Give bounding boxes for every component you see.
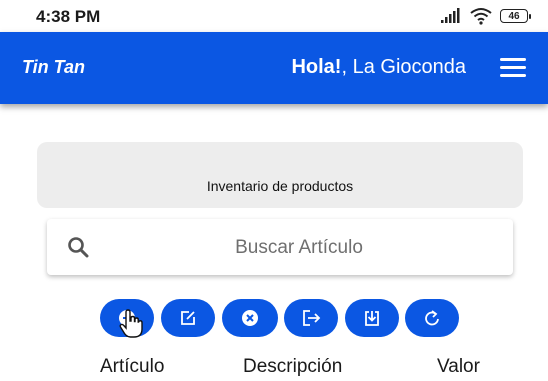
menu-button[interactable] <box>498 56 528 80</box>
greeting-hola: Hola! <box>291 56 342 78</box>
inventory-title: Inventario de productos <box>206 178 354 194</box>
greeting: Hola!, La Gioconda <box>291 56 466 79</box>
signal-icon <box>441 8 460 23</box>
greeting-user-name: , La Gioconda <box>341 56 466 78</box>
edit-button[interactable] <box>161 299 215 337</box>
label-valor: Valor <box>437 356 480 377</box>
edit-icon <box>181 311 195 325</box>
logout-icon <box>303 310 321 326</box>
download-icon <box>365 311 379 326</box>
app-bar: Tin Tan Hola!, La Gioconda <box>0 32 548 104</box>
refresh-button[interactable] <box>405 299 459 337</box>
hamburger-line <box>500 74 526 77</box>
hamburger-line <box>500 58 526 61</box>
search-box[interactable] <box>47 219 513 277</box>
download-button[interactable] <box>345 299 399 337</box>
label-descripcion: Descripción <box>243 356 343 377</box>
search-input[interactable] <box>107 219 491 277</box>
export-button[interactable] <box>284 299 338 337</box>
refresh-icon <box>425 310 439 326</box>
cancel-circle-icon <box>242 310 258 326</box>
delete-button[interactable] <box>222 299 278 337</box>
search-icon <box>68 237 89 258</box>
status-bar: 4:38 PM 46 <box>0 0 548 32</box>
label-articulo: Artículo <box>100 356 165 377</box>
wifi-icon <box>470 8 492 25</box>
hamburger-line <box>500 66 526 69</box>
battery-icon: 46 <box>500 9 531 23</box>
status-icons: 46 <box>440 6 531 26</box>
inventory-card: Inventario de productos <box>37 142 523 208</box>
app-brand[interactable]: Tin Tan <box>22 57 85 78</box>
status-time: 4:38 PM <box>36 7 101 26</box>
add-article-button[interactable] <box>100 299 154 338</box>
hand-pointer-icon <box>119 309 143 338</box>
